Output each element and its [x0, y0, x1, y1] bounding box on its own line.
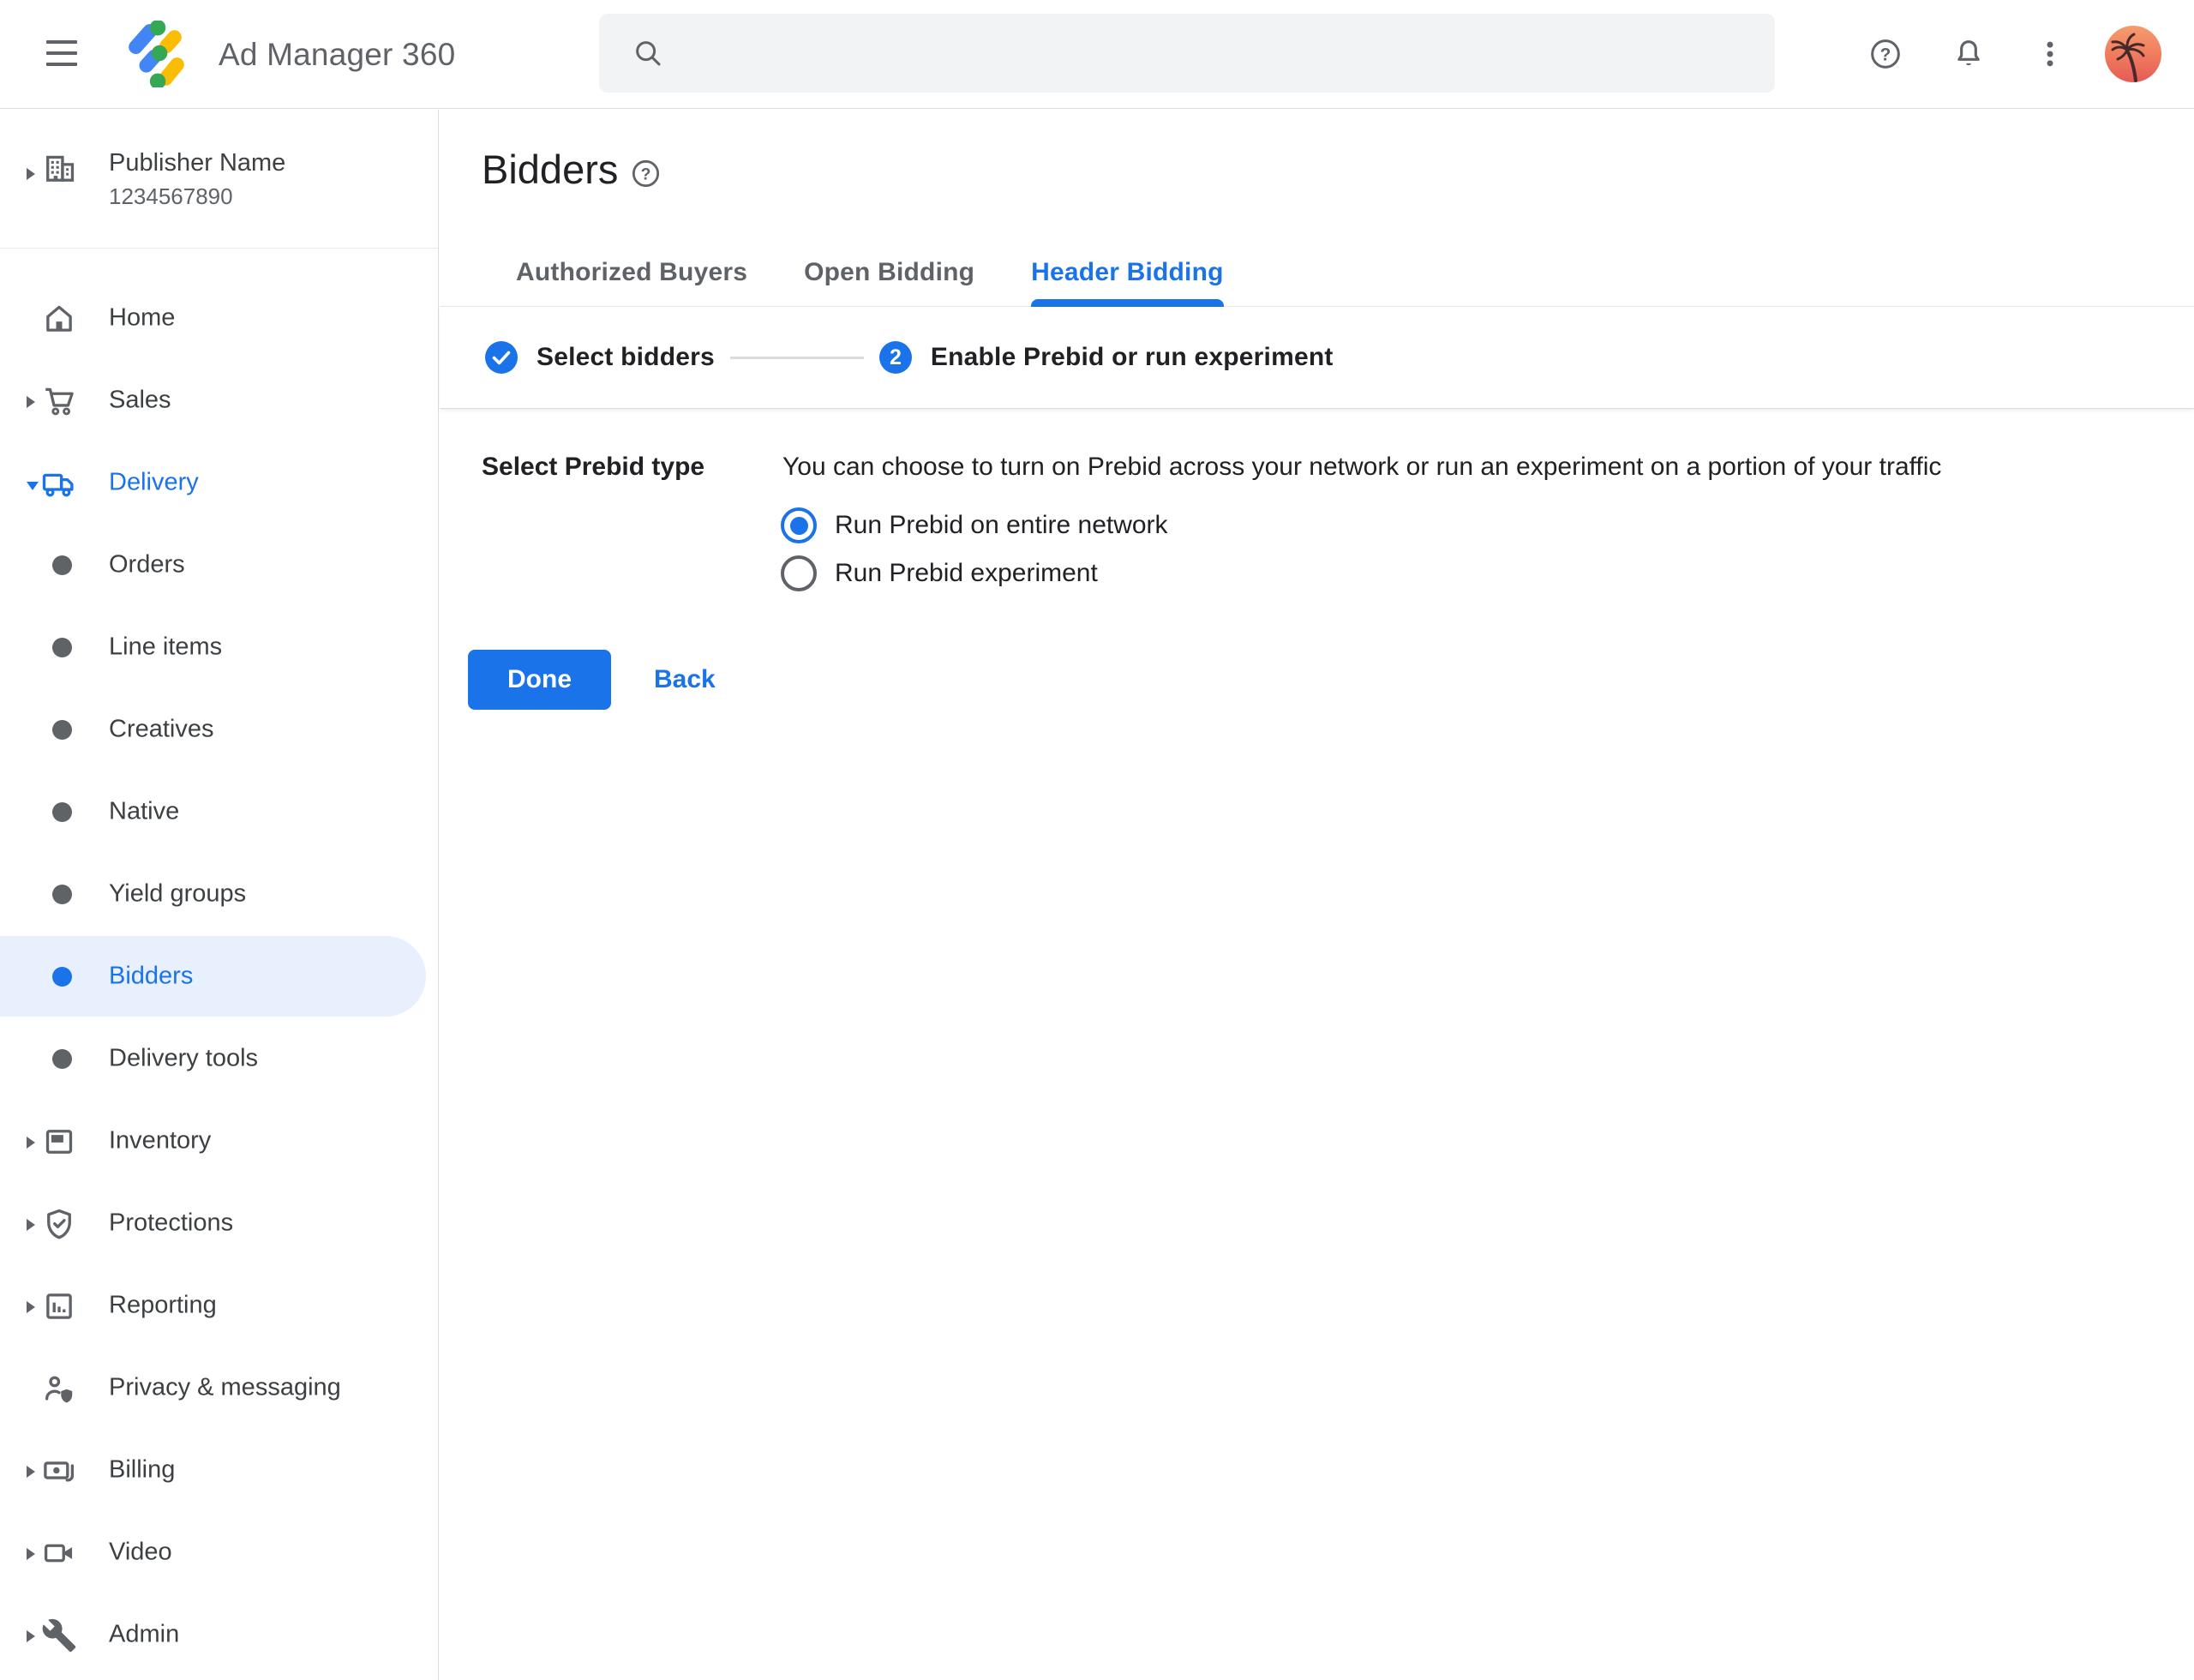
- delivery-truck-icon: [41, 465, 77, 501]
- bullet-icon: [52, 802, 72, 822]
- top-app-bar: Ad Manager 360 ?: [0, 0, 2194, 109]
- sidebar-item-admin[interactable]: Admin: [0, 1593, 438, 1676]
- bullet-icon: [52, 1049, 72, 1069]
- person-shield-icon: [41, 1371, 77, 1407]
- shopping-cart-icon: [41, 383, 77, 419]
- radio-run-prebid-entire-network[interactable]: Run Prebid on entire network: [781, 507, 1168, 543]
- bar-chart-icon: [41, 1288, 77, 1324]
- video-camera-icon: [41, 1535, 77, 1571]
- sidebar-item-reporting[interactable]: Reporting: [0, 1264, 438, 1347]
- back-link[interactable]: Back: [654, 650, 716, 710]
- search-input[interactable]: [686, 39, 1749, 68]
- step-2-number[interactable]: 2: [879, 341, 912, 374]
- sidebar-item-creatives[interactable]: Creatives: [0, 688, 438, 771]
- step-1-completed-check-icon[interactable]: [485, 341, 518, 374]
- tab-bar: Authorized Buyers Open Bidding Header Bi…: [440, 204, 2194, 307]
- sidebar-item-bidders[interactable]: Bidders: [0, 935, 438, 1017]
- collapse-arrow-icon[interactable]: [26, 481, 39, 491]
- expand-arrow-icon[interactable]: [26, 1465, 36, 1479]
- sidebar-item-protections[interactable]: Protections: [0, 1182, 438, 1264]
- bullet-icon: [52, 885, 72, 904]
- user-avatar[interactable]: [2105, 26, 2161, 82]
- step-2-label: Enable Prebid or run experiment: [931, 343, 1334, 372]
- search-bar[interactable]: [599, 14, 1775, 93]
- page-help-icon[interactable]: ?: [630, 158, 662, 189]
- search-icon: [632, 37, 664, 69]
- radio-unselected-icon[interactable]: [781, 555, 817, 591]
- bullet-icon: [52, 555, 72, 575]
- publisher-building-icon: [41, 150, 79, 188]
- radio-selected-icon[interactable]: [781, 507, 817, 543]
- main-content: Bidders ? Authorized Buyers Open Bidding…: [440, 110, 2194, 1680]
- form-section-label: Select Prebid type: [482, 453, 704, 482]
- stepper: Select bidders 2 Enable Prebid or run ex…: [440, 307, 2194, 409]
- expand-arrow-icon[interactable]: [26, 1300, 36, 1314]
- expand-arrow-icon[interactable]: [26, 395, 36, 409]
- product-title: Ad Manager 360: [219, 0, 455, 109]
- expand-arrow-icon[interactable]: [26, 1629, 36, 1643]
- sidebar-item-delivery[interactable]: Delivery: [0, 441, 438, 524]
- sidebar-item-privacy-messaging[interactable]: Privacy & messaging: [0, 1347, 438, 1429]
- expand-arrow-icon[interactable]: [26, 1547, 36, 1561]
- expand-arrow-icon[interactable]: [26, 1136, 36, 1149]
- page-title: Bidders: [482, 146, 618, 193]
- tab-header-bidding[interactable]: Header Bidding: [1031, 239, 1224, 306]
- sidebar-item-delivery-tools[interactable]: Delivery tools: [0, 1017, 438, 1100]
- active-tab-indicator: [1031, 299, 1224, 307]
- money-icon: [41, 1453, 77, 1489]
- bullet-icon: [52, 967, 72, 987]
- ad-unit-icon: [41, 1124, 77, 1160]
- publisher-name: Publisher Name: [109, 149, 285, 177]
- ad-manager-logo-icon[interactable]: [125, 21, 187, 87]
- expand-arrow-icon[interactable]: [26, 167, 36, 181]
- sidebar-item-line-items[interactable]: Line items: [0, 606, 438, 688]
- sidebar-item-inventory[interactable]: Inventory: [0, 1100, 438, 1182]
- help-icon[interactable]: ?: [1868, 37, 1903, 71]
- tab-open-bidding[interactable]: Open Bidding: [804, 239, 974, 306]
- sidebar-item-orders[interactable]: Orders: [0, 524, 438, 606]
- step-connector: [730, 357, 864, 359]
- sidebar-item-billing[interactable]: Billing: [0, 1429, 438, 1511]
- shield-check-icon: [41, 1206, 77, 1242]
- tab-authorized-buyers[interactable]: Authorized Buyers: [516, 239, 747, 306]
- bullet-icon: [52, 720, 72, 740]
- svg-text:?: ?: [641, 165, 651, 183]
- publisher-network-id: 1234567890: [109, 183, 233, 210]
- bullet-icon: [52, 638, 72, 657]
- sidebar-nav: Publisher Name 1234567890 Home Sales: [0, 110, 439, 1680]
- sidebar-item-video[interactable]: Video: [0, 1511, 438, 1593]
- form-description: You can choose to turn on Prebid across …: [782, 453, 1941, 482]
- more-options-icon[interactable]: [2033, 37, 2067, 71]
- step-1-label: Select bidders: [537, 343, 715, 372]
- expand-arrow-icon[interactable]: [26, 1218, 36, 1232]
- menu-icon[interactable]: [46, 40, 77, 69]
- sidebar-item-yield-groups[interactable]: Yield groups: [0, 853, 438, 935]
- radio-run-prebid-experiment[interactable]: Run Prebid experiment: [781, 555, 1098, 591]
- home-icon: [41, 301, 77, 337]
- sidebar-item-home[interactable]: Home: [0, 277, 438, 359]
- sidebar-item-native[interactable]: Native: [0, 771, 438, 853]
- publisher-account-switcher[interactable]: Publisher Name 1234567890: [0, 110, 438, 249]
- sidebar-item-sales[interactable]: Sales: [0, 359, 438, 441]
- wrench-icon: [41, 1617, 77, 1653]
- done-button[interactable]: Done: [468, 650, 611, 710]
- svg-text:?: ?: [1880, 45, 1891, 64]
- notifications-bell-icon[interactable]: [1951, 37, 1986, 71]
